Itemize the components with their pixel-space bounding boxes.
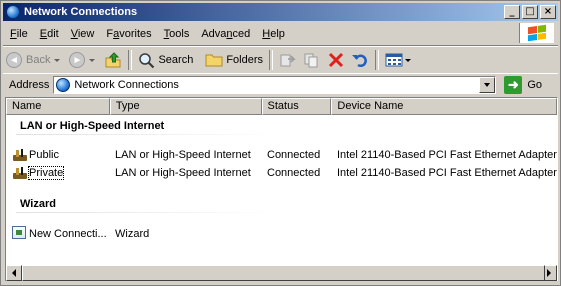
horizontal-scrollbar[interactable] bbox=[6, 265, 557, 281]
forward-dropdown-icon[interactable] bbox=[89, 58, 96, 62]
go-label: Go bbox=[527, 79, 543, 91]
folders-label: Folders bbox=[226, 54, 264, 66]
search-button[interactable]: Search bbox=[135, 49, 196, 71]
connection-status: Connected bbox=[267, 167, 321, 179]
new-connection-wizard-icon bbox=[12, 226, 26, 239]
connection-name: Private bbox=[27, 166, 65, 180]
address-label: Address bbox=[9, 79, 50, 91]
list-item[interactable]: New Connecti... Wizard bbox=[10, 225, 310, 243]
list-item[interactable]: Public LAN or High-Speed Internet Connec… bbox=[10, 146, 557, 164]
chevron-down-icon bbox=[484, 83, 491, 87]
maximize-button[interactable]: □ bbox=[522, 5, 538, 19]
title-bar[interactable]: Network Connections _ □ × bbox=[3, 3, 558, 21]
go-button[interactable]: ➜ Go bbox=[504, 76, 542, 94]
forward-button[interactable]: ► bbox=[66, 49, 101, 71]
window-title: Network Connections bbox=[24, 6, 138, 18]
menu-file[interactable]: File bbox=[3, 28, 34, 40]
menu-favorites[interactable]: Favorites bbox=[100, 28, 157, 40]
folder-up-icon bbox=[105, 52, 121, 68]
connections-list: Name Type Status Device Name LAN or High… bbox=[5, 97, 558, 281]
undo-icon bbox=[352, 54, 367, 67]
menu-help[interactable]: Help bbox=[256, 28, 291, 40]
column-header-name[interactable]: Name bbox=[6, 98, 110, 115]
toolbar-separator bbox=[375, 50, 380, 70]
column-header-status[interactable]: Status bbox=[261, 98, 332, 115]
back-dropdown-icon[interactable] bbox=[54, 58, 61, 62]
group-divider bbox=[16, 134, 278, 135]
views-button[interactable] bbox=[382, 49, 417, 71]
folders-button[interactable]: Folders bbox=[202, 49, 266, 71]
address-dropdown-button[interactable] bbox=[479, 77, 496, 93]
folders-icon bbox=[205, 54, 223, 67]
move-to-button[interactable] bbox=[276, 49, 300, 71]
group-header-wizard: Wizard bbox=[20, 198, 56, 210]
column-header-type[interactable]: Type bbox=[109, 98, 262, 115]
menu-view[interactable]: View bbox=[65, 28, 101, 40]
group-header-lan: LAN or High-Speed Internet bbox=[20, 120, 165, 132]
undo-button[interactable] bbox=[348, 49, 372, 71]
scroll-left-button[interactable] bbox=[6, 265, 22, 281]
group-divider bbox=[16, 212, 278, 213]
move-to-icon bbox=[280, 54, 296, 67]
forward-arrow-icon: ► bbox=[69, 52, 86, 68]
connection-name: New Connecti... bbox=[29, 228, 107, 240]
copy-to-icon bbox=[304, 53, 318, 68]
explorer-window: Network Connections _ □ × File Edit View… bbox=[0, 0, 561, 286]
address-input[interactable]: Network Connections bbox=[53, 76, 497, 94]
menu-bar: File Edit View Favorites Tools Advanced … bbox=[3, 23, 558, 46]
views-dropdown-icon[interactable] bbox=[405, 58, 412, 62]
window-controls: _ □ × bbox=[504, 5, 556, 19]
network-connection-icon bbox=[12, 165, 28, 181]
connection-type: Wizard bbox=[115, 228, 150, 240]
toolbar-separator bbox=[128, 50, 133, 70]
toolbar-separator bbox=[269, 50, 274, 70]
address-value: Network Connections bbox=[74, 79, 179, 91]
menu-tools[interactable]: Tools bbox=[158, 28, 196, 40]
connection-name: Public bbox=[29, 149, 59, 161]
list-item[interactable]: Private LAN or High-Speed Internet Conne… bbox=[10, 164, 557, 182]
menu-edit[interactable]: Edit bbox=[34, 28, 65, 40]
standard-toolbar: ◄ Back ► Search Folders bbox=[3, 46, 558, 74]
close-button[interactable]: × bbox=[540, 5, 556, 19]
connection-type: LAN or High-Speed Internet bbox=[115, 167, 251, 179]
network-connections-icon bbox=[6, 5, 20, 19]
delete-icon bbox=[328, 52, 344, 68]
delete-button[interactable] bbox=[324, 49, 348, 71]
scroll-left-icon bbox=[12, 269, 16, 277]
search-label: Search bbox=[158, 54, 194, 66]
scroll-track[interactable] bbox=[22, 265, 545, 281]
address-bar: Address Network Connections ➜ Go bbox=[3, 73, 558, 96]
views-icon bbox=[385, 53, 403, 67]
connection-device: Intel 21140-Based PCI Fast Ethernet Adap… bbox=[337, 167, 557, 179]
column-headers: Name Type Status Device Name bbox=[6, 98, 557, 115]
copy-to-button[interactable] bbox=[300, 49, 324, 71]
search-icon bbox=[139, 52, 155, 68]
connection-status: Connected bbox=[267, 149, 321, 161]
minimize-button[interactable]: _ bbox=[504, 5, 520, 19]
network-connections-icon bbox=[56, 78, 71, 92]
menu-advanced[interactable]: Advanced bbox=[195, 28, 256, 40]
connection-device: Intel 21140-Based PCI Fast Ethernet Adap… bbox=[337, 149, 557, 161]
scroll-right-icon bbox=[547, 269, 551, 277]
scroll-thumb[interactable] bbox=[22, 265, 545, 281]
connection-type: LAN or High-Speed Internet bbox=[115, 149, 251, 161]
back-label: Back bbox=[26, 54, 51, 66]
up-button[interactable] bbox=[101, 49, 125, 71]
go-arrow-icon: ➜ bbox=[504, 76, 523, 94]
column-header-device-name[interactable]: Device Name bbox=[331, 98, 557, 115]
back-arrow-icon: ◄ bbox=[6, 52, 22, 68]
back-button[interactable]: ◄ Back bbox=[3, 49, 66, 71]
windows-logo-icon bbox=[519, 23, 554, 43]
network-connection-icon bbox=[12, 147, 28, 163]
